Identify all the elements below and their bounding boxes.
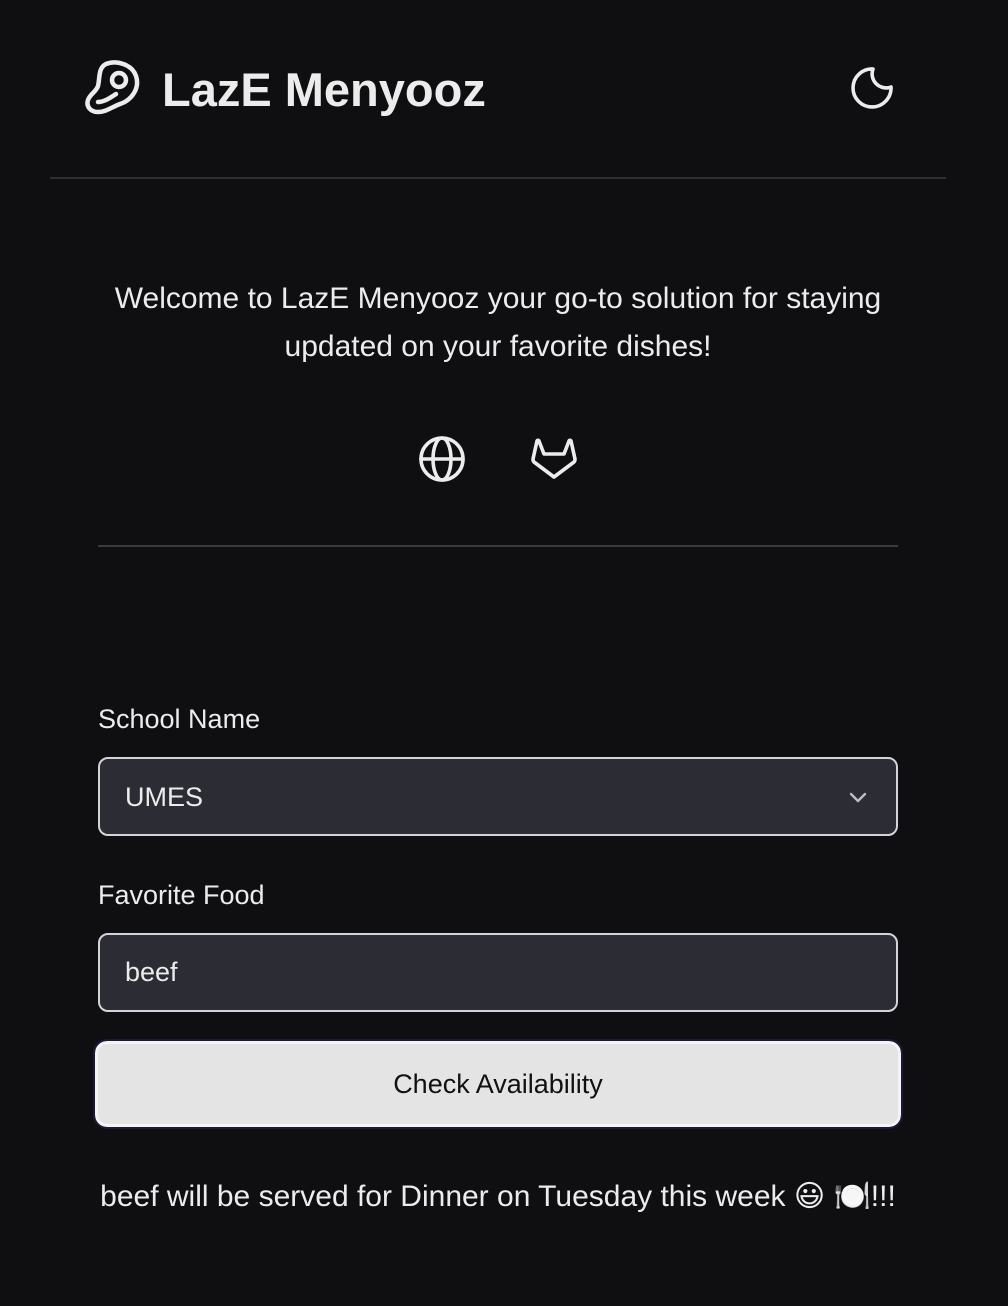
website-link[interactable] [415,432,469,486]
external-links [0,432,1008,486]
result-message: beef will be served for Dinner on Tuesda… [100,1180,896,1213]
app-title: LazE Menyooz [162,63,486,116]
page: LazE Menyooz Welcome to LazE Menyooz you… [0,0,1008,1306]
favorite-food-input[interactable] [98,933,898,1012]
welcome-text: Welcome to LazE Menyooz your go-to solut… [114,282,882,363]
app-header: LazE Menyooz [50,0,946,179]
school-name-label: School Name [98,704,261,734]
school-name-select[interactable]: UMES [98,757,898,836]
gitlab-link[interactable] [527,432,581,486]
check-availability-button[interactable]: Check Availability [93,1039,903,1129]
favorite-food-label: Favorite Food [98,880,265,910]
gitlab-icon [531,438,577,479]
meat-steak-icon [85,60,140,115]
school-name-value: UMES [125,782,204,812]
globe-icon [419,436,465,482]
section-divider [98,545,898,547]
moon-icon[interactable] [848,64,898,114]
chevron-down-icon [849,792,867,803]
